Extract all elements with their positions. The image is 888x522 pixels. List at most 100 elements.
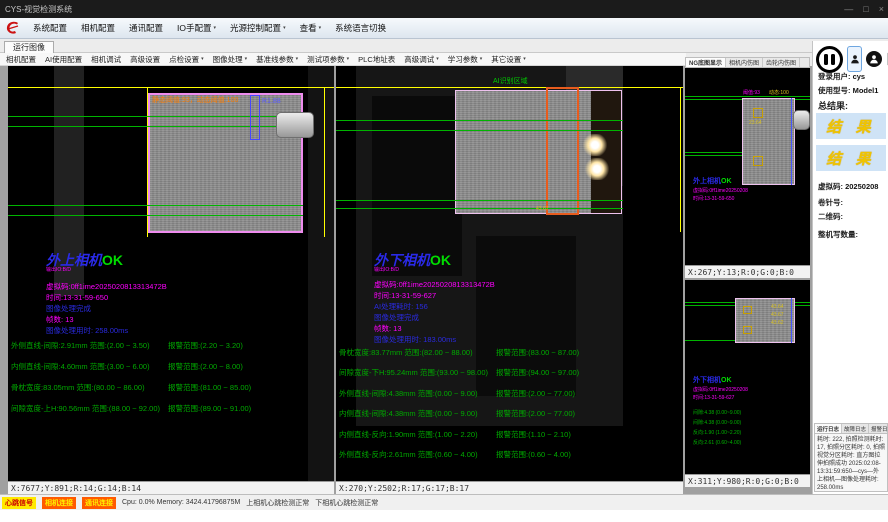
- side-panel: 登录用户: cys 使用型号: Model1 总结果: 结 果 结 果 虚拟码:…: [812, 41, 888, 494]
- user-profile-button[interactable]: [847, 46, 862, 72]
- toolbar-ai-use-config[interactable]: AI使用配置: [45, 54, 82, 65]
- tab-fault-log[interactable]: 故障日志: [842, 424, 869, 433]
- measurement-row: 内侧直线-反向:1.90mm 范围:(1.00 ~ 2.20) 报警范围:(1.…: [336, 429, 683, 439]
- toolbar-image-processing[interactable]: 图像处理▾: [213, 54, 248, 65]
- model-row: 使用型号: Model1: [818, 85, 878, 96]
- measurement-row: 内侧直线-间隙:4.38mm 范围:(0.00 ~ 9.00) 报警范围:(2.…: [336, 408, 683, 418]
- tab-run-image[interactable]: 运行图像: [4, 41, 54, 53]
- alarm-range: 报警范围:(1.10 ~ 2.10): [496, 429, 571, 440]
- alarm-range: 报警范围:(2.00 ~ 77.00): [496, 388, 575, 399]
- measure-line: [336, 130, 623, 131]
- dropdown-arrow-icon: ▾: [296, 56, 299, 62]
- elapsed-line: 图像处理用时: 258.00ms: [46, 325, 128, 336]
- measurement-value: 外侧直线-反向:2.61mm 范围:(0.60 ~ 4.00): [339, 449, 478, 460]
- measurement-value: 间隙宽度-上H:90.56mm 范围:(88.00 ~ 92.00): [11, 403, 160, 414]
- process-done-line: 图像处理完成: [374, 312, 419, 323]
- toolbar-advanced-debug[interactable]: 高级调试▾: [404, 54, 439, 65]
- qr-code-label: 二维码:: [818, 211, 843, 222]
- toolbar-label: PLC地址表: [358, 54, 395, 65]
- ai-time-line: AI处理耗时: 156: [374, 301, 428, 312]
- virtual-code-row: 虚拟码: 20250208: [818, 181, 878, 192]
- menu-item-comm-config[interactable]: 通讯配置: [123, 19, 169, 37]
- toolbar-label: 基准线参数: [256, 54, 294, 65]
- dropdown-arrow-icon: ▾: [214, 25, 217, 31]
- menu-item-light-control-config[interactable]: 光源控制配置▾: [224, 19, 292, 37]
- camera-result-title: 外上相机OK: [693, 176, 732, 186]
- reflection-glow: [584, 158, 610, 180]
- alarm-range: 报警范围:(2.00 ~ 77.00): [496, 408, 575, 419]
- measurement-row: 外侧直线-间隙:4.38mm 范围:(0.00 ~ 9.00) 报警范围:(2.…: [336, 388, 683, 398]
- comm-connection-badge: 通讯连接: [82, 497, 116, 509]
- menu-label: 通讯配置: [129, 22, 163, 34]
- tab-run-log[interactable]: 运行日志: [815, 424, 842, 433]
- menu-item-io-manual-config[interactable]: IO手配置▾: [171, 19, 222, 37]
- app-logo-icon: [5, 20, 21, 36]
- toolbar-spot-check-settings[interactable]: 点检设置▾: [169, 54, 204, 65]
- measure-line: [8, 215, 303, 216]
- measurement-row: 骨枕宽度:83.05mm 范围:(80.00 ~ 86.00) 报警范围:(81…: [8, 382, 334, 392]
- roi-rect: [735, 298, 795, 343]
- measure-line: [685, 152, 745, 153]
- menu-item-camera-config[interactable]: 相机配置: [75, 19, 121, 37]
- tab-ng-base-image[interactable]: NG底图显示: [686, 58, 726, 67]
- small-top-camera-view[interactable]: 阈值:93 动态:100 23.64 外上相机OK 虚拟码:0ff1ime202…: [685, 68, 810, 265]
- guide-line-vertical: [680, 87, 681, 232]
- camera-status-ok: OK: [102, 252, 123, 268]
- close-button[interactable]: ×: [879, 4, 884, 14]
- frame-count-line: 帧数: 13: [374, 323, 402, 334]
- toolbar-label: 测试项参数: [307, 54, 345, 65]
- alarm-range: 报警范围:(0.60 ~ 4.00): [496, 449, 571, 460]
- toolbar-learning-params[interactable]: 学习参数▾: [448, 54, 483, 65]
- toolbar-label: 其它设置: [491, 54, 521, 65]
- alarm-range: 报警范围:(2.20 ~ 3.20): [168, 340, 243, 351]
- tiny-annotation: 动态:100: [769, 90, 789, 96]
- measurement-value: 内侧直线-间隙:4.60mm 范围:(3.00 ~ 6.00): [11, 361, 150, 372]
- result-display-upper: 结 果: [816, 113, 886, 139]
- toolbar-other-settings[interactable]: 其它设置▾: [491, 54, 526, 65]
- maximize-button[interactable]: □: [863, 4, 868, 14]
- toolbar-label: 高级调试: [404, 54, 434, 65]
- menu-item-language-switch[interactable]: 系统语言切换: [329, 19, 392, 37]
- connector-part: [793, 110, 810, 130]
- minimize-button[interactable]: —: [844, 4, 853, 14]
- roi-blue-label: R1.88: [262, 98, 281, 105]
- alarm-range: 报警范围:(94.00 ~ 97.00): [496, 367, 579, 378]
- menu-label: 光源控制配置: [230, 22, 281, 34]
- toolbar-test-item-params[interactable]: 测试项参数▾: [307, 54, 349, 65]
- small-bottom-camera-view[interactable]: 43.64 43.67 43.62 外下相机OK 虚拟码:0ff1ime2025…: [685, 280, 810, 474]
- alarm-range: 报警范围:(81.00 ~ 85.00): [168, 382, 251, 393]
- user-account-button[interactable]: [866, 51, 882, 67]
- toolbar-plc-address-table[interactable]: PLC地址表: [358, 54, 395, 65]
- tiny-info-line: 虚拟码:0ff1ime20250208: [693, 387, 748, 393]
- measurement-value: 内侧直线-反向:1.90mm 范围:(1.00 ~ 2.20): [339, 429, 478, 440]
- measurement-row: 间隙宽度-上H:90.56mm 范围:(88.00 ~ 92.00) 报警范围:…: [8, 403, 334, 413]
- log-content[interactable]: 耗时: 222, 拍照检测耗时: 17, 拍照分区耗时: 0, 拍照视觉分区耗时…: [814, 434, 888, 492]
- small-top-coordinates-bar: X:267;Y:13;R:0;G:0;B:0: [685, 265, 810, 278]
- lower-camera-heartbeat-status: 下相机心跳检测正常: [315, 498, 378, 508]
- menu-label: 查看: [300, 22, 317, 34]
- tab-gear-defect-image[interactable]: 齿轮内伤图: [763, 58, 800, 67]
- menu-item-system-config[interactable]: 系统配置: [27, 19, 73, 37]
- virtual-code-label: 虚拟码:: [818, 182, 843, 191]
- toolbar-camera-debug[interactable]: 相机调试: [91, 54, 121, 65]
- pause-button[interactable]: [816, 46, 843, 73]
- toolbar-baseline-params[interactable]: 基准线参数▾: [256, 54, 298, 65]
- detect-box: [743, 326, 752, 334]
- status-bar: 心跳信号 相机连接 通讯连接 Cpu: 0.0% Memory: 3424.41…: [0, 494, 888, 510]
- dropdown-arrow-icon: ▾: [319, 25, 322, 31]
- middle-camera-view[interactable]: AI识别区域 43.67 外下相机OK 输出IO:B/D 虚拟码:0ff1ime…: [336, 66, 683, 481]
- dropdown-arrow-icon: ▾: [201, 56, 204, 62]
- guide-line-vertical: [324, 87, 325, 237]
- camera-name: 外下相机: [374, 252, 430, 268]
- toolbar-camera-config[interactable]: 相机配置: [6, 54, 36, 65]
- toolbar-advanced-settings[interactable]: 高级设置: [130, 54, 160, 65]
- measurement-value: 外侧直线-间隙:2.91mm 范围:(2.00 ~ 3.50): [11, 340, 150, 351]
- camera-connection-badge: 相机连接: [42, 497, 76, 509]
- tab-alarm-log[interactable]: 报警日志: [869, 424, 888, 433]
- middle-camera-panel: AI识别区域 43.67 外下相机OK 输出IO:B/D 虚拟码:0ff1ime…: [336, 66, 683, 494]
- left-camera-view[interactable]: 静态阈值:93，动态阈值:100 R1.88 外上相机OK 输出IO:B/D 虚…: [8, 66, 334, 481]
- small-view-tabs: NG底图显示 相机内伤图 齿轮内伤图: [685, 57, 810, 68]
- menu-item-view[interactable]: 查看▾: [294, 19, 328, 37]
- measure-line: [336, 120, 623, 121]
- tab-camera-defect-image[interactable]: 相机内伤图: [726, 58, 763, 67]
